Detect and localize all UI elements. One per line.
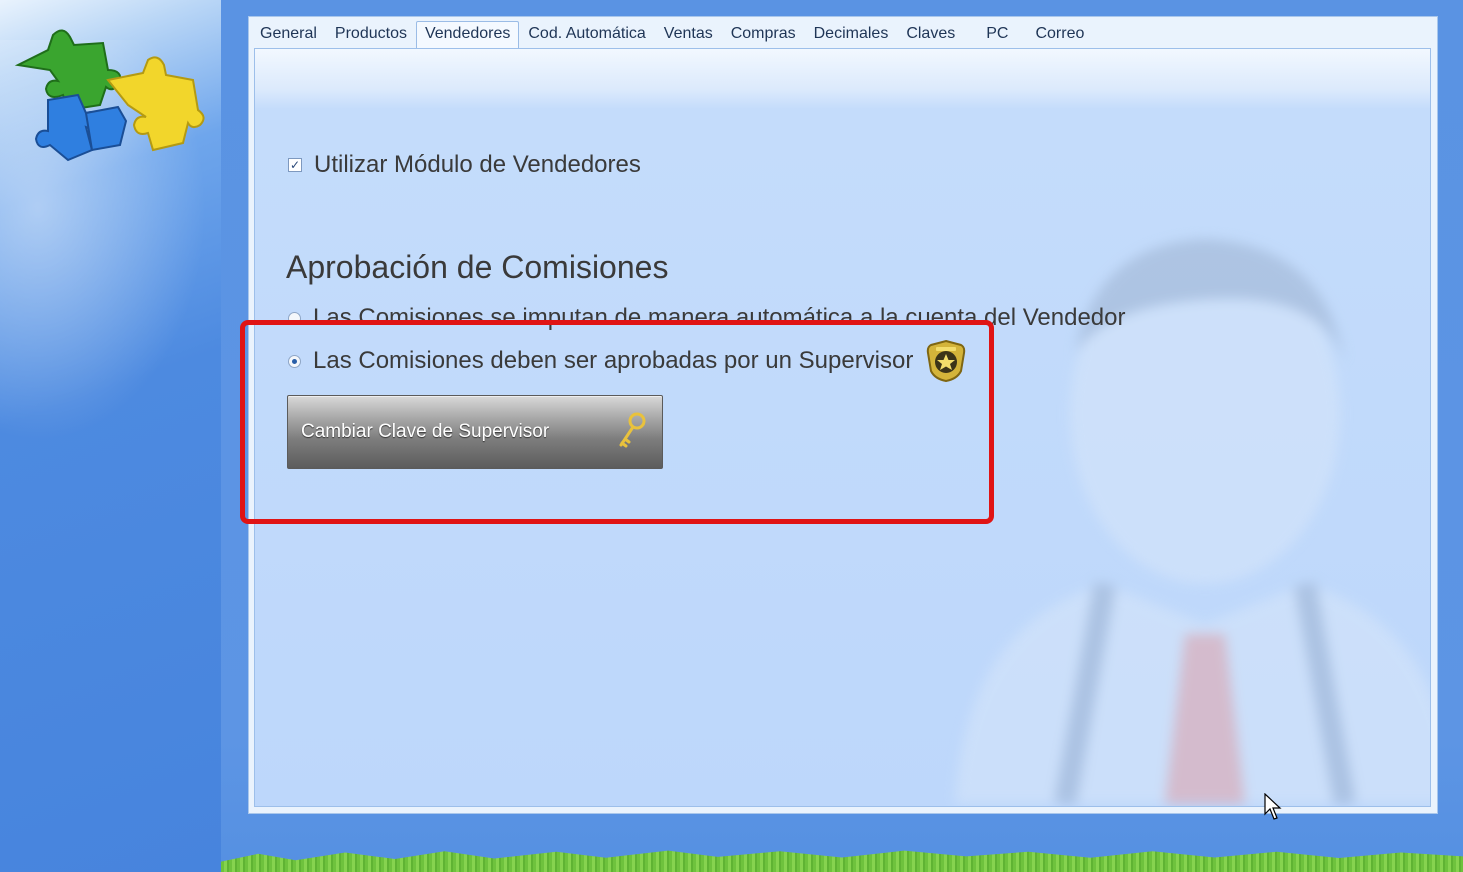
person-watermark-icon — [955, 239, 1430, 804]
puzzle-logo-icon — [14, 29, 205, 162]
tab-decimales[interactable]: Decimales — [805, 21, 898, 48]
tab-productos[interactable]: Productos — [326, 21, 416, 48]
tab-ventas[interactable]: Ventas — [655, 21, 722, 48]
key-icon — [619, 412, 646, 448]
security-badge-icon — [927, 339, 966, 383]
settings-window: General Productos Vendedores Cod. Automá… — [248, 16, 1438, 814]
vendedores-panel: ✓ Utilizar Módulo de Vendedores Aprobaci… — [254, 48, 1431, 807]
tab-strip: General Productos Vendedores Cod. Automá… — [251, 20, 1093, 51]
radio-automatic[interactable] — [288, 311, 301, 325]
use-module-checkbox[interactable]: ✓ — [288, 158, 302, 172]
tab-pc[interactable]: PC — [964, 21, 1026, 48]
mouse-cursor-icon — [1264, 793, 1282, 820]
change-supervisor-password-button[interactable]: Cambiar Clave de Supervisor — [287, 395, 663, 469]
radio-supervisor-row[interactable]: Las Comisiones deben ser aprobadas por u… — [288, 339, 967, 383]
tab-claves[interactable]: Claves — [897, 21, 964, 48]
tab-correo[interactable]: Correo — [1026, 21, 1093, 48]
radio-supervisor-label: Las Comisiones deben ser aprobadas por u… — [313, 347, 914, 374]
radio-automatic-label: Las Comisiones se imputan de manera auto… — [313, 304, 1126, 331]
tab-compras[interactable]: Compras — [722, 21, 805, 48]
use-module-label: Utilizar Módulo de Vendedores — [314, 151, 641, 178]
tab-cod-automatica[interactable]: Cod. Automática — [519, 21, 654, 48]
tab-vendedores[interactable]: Vendedores — [415, 21, 520, 51]
radio-automatic-row[interactable]: Las Comisiones se imputan de manera auto… — [288, 304, 1126, 332]
radio-supervisor[interactable] — [288, 354, 301, 368]
section-title: Aprobación de Comisiones — [286, 249, 669, 285]
change-supervisor-password-label: Cambiar Clave de Supervisor — [301, 421, 550, 442]
use-module-row[interactable]: ✓ Utilizar Módulo de Vendedores — [288, 151, 641, 179]
tab-general[interactable]: General — [251, 21, 326, 48]
left-brand-panel — [0, 0, 221, 872]
